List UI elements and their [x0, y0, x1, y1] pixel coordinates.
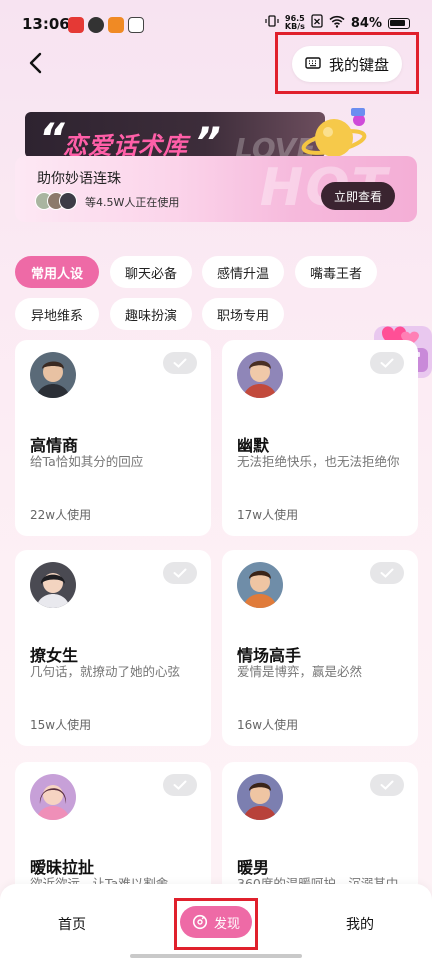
no-sim-icon [311, 14, 323, 32]
persona-usage: 22w人使用 [30, 508, 92, 522]
avatar [237, 352, 283, 398]
highlight-box-discover [174, 898, 258, 950]
wifi-icon [329, 15, 345, 32]
persona-card[interactable]: 高情商 给Ta恰如其分的回应 22w人使用 [15, 340, 211, 536]
chip-common-persona[interactable]: 常用人设 [15, 256, 99, 288]
avatar [30, 774, 76, 820]
banner-usage-text: 等4.5W人正在使用 [85, 196, 180, 209]
chip-role-play[interactable]: 趣味扮演 [110, 298, 192, 330]
chip-sharp-tongue[interactable]: 嘴毒王者 [295, 256, 377, 288]
avatar [59, 192, 77, 210]
persona-card[interactable]: 情场高手 爱情是博弈，赢是必然 16w人使用 [222, 550, 418, 746]
persona-description: 无法拒绝快乐，也无法拒绝你 [237, 454, 400, 469]
check-icon [380, 358, 394, 368]
network-speed: 96.5 KB/s [285, 15, 305, 31]
persona-name: 高情商 [30, 436, 79, 455]
banner-subtitle: 助你妙语连珠 [37, 171, 121, 187]
app-notification-icon [88, 17, 104, 33]
highlight-box-keyboard [275, 32, 419, 94]
check-icon [173, 780, 187, 790]
nav-home[interactable]: 首页 [58, 914, 86, 934]
select-toggle[interactable] [370, 774, 404, 796]
persona-usage: 15w人使用 [30, 718, 92, 732]
persona-name: 撩女生 [30, 646, 79, 665]
app-notification-icon [128, 17, 144, 33]
check-icon [380, 568, 394, 578]
user-avatar-stack [35, 192, 77, 210]
nav-mine[interactable]: 我的 [346, 914, 374, 934]
select-toggle[interactable] [163, 562, 197, 584]
vibrate-icon [265, 14, 279, 32]
persona-name: 暖男 [237, 858, 270, 877]
banner-title-plate: “ 恋爱话术库 ” LOVE [25, 112, 325, 166]
select-toggle[interactable] [163, 352, 197, 374]
persona-description: 爱情是博弈，赢是必然 [237, 664, 363, 679]
battery-icon [388, 17, 410, 29]
select-toggle[interactable] [370, 562, 404, 584]
persona-usage: 17w人使用 [237, 508, 299, 522]
persona-description: 几句话，就撩动了她的心弦 [30, 664, 181, 679]
persona-name: 情场高手 [237, 646, 302, 665]
status-time: 13:06 [22, 15, 70, 33]
app-notification-icon [68, 17, 84, 33]
check-icon [173, 568, 187, 578]
persona-name: 幽默 [237, 436, 270, 455]
avatar [30, 562, 76, 608]
persona-card[interactable]: 撩女生 几句话，就撩动了她的心弦 15w人使用 [15, 550, 211, 746]
view-now-button[interactable]: 立即查看 [321, 182, 395, 210]
app-notification-icon [108, 17, 124, 33]
avatar [237, 774, 283, 820]
battery-percent: 84% [350, 15, 382, 31]
persona-card[interactable]: 幽默 无法拒绝快乐，也无法拒绝你 17w人使用 [222, 340, 418, 536]
chip-relationship-warmup[interactable]: 感情升温 [202, 256, 284, 288]
avatar [237, 562, 283, 608]
back-button[interactable] [20, 48, 50, 78]
select-toggle[interactable] [163, 774, 197, 796]
chip-workplace[interactable]: 职场专用 [202, 298, 284, 330]
persona-description: 给Ta恰如其分的回应 [30, 454, 144, 469]
home-indicator [130, 954, 302, 958]
love-phrases-banner[interactable]: “ 恋爱话术库 ” LOVE HOT 助你妙语连珠 等4.5W人正在使用 立即查… [15, 100, 417, 222]
avatar [30, 352, 76, 398]
check-icon [173, 358, 187, 368]
check-icon [380, 780, 394, 790]
chip-chat-essentials[interactable]: 聊天必备 [110, 256, 192, 288]
select-toggle[interactable] [370, 352, 404, 374]
chevron-left-icon [29, 52, 42, 74]
banner-card: HOT 助你妙语连珠 等4.5W人正在使用 立即查看 [15, 156, 417, 222]
persona-usage: 16w人使用 [237, 718, 299, 732]
chip-long-distance[interactable]: 异地维系 [15, 298, 99, 330]
network-speed-unit: KB/s [284, 22, 305, 31]
persona-name: 暧昧拉扯 [30, 858, 95, 877]
